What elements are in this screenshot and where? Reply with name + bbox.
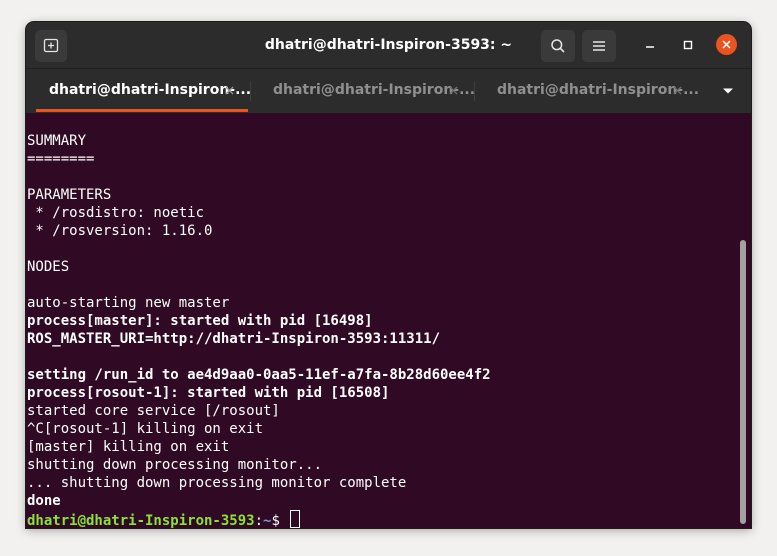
terminal-output[interactable]: SUMMARY ======== PARAMETERS * /rosdistro… <box>26 112 751 528</box>
terminal-line: ROS_MASTER_URI=http://dhatri-Inspiron-35… <box>27 331 441 347</box>
tab-close-button[interactable] <box>670 83 684 97</box>
new-tab-button[interactable] <box>35 30 67 62</box>
chevron-down-icon <box>723 88 733 94</box>
tab-close-icon <box>225 86 233 94</box>
new-tab-icon <box>43 38 59 53</box>
maximize-icon <box>683 40 693 50</box>
text-cursor <box>290 510 301 528</box>
terminal-line: done <box>27 493 61 509</box>
terminal-line: SUMMARY <box>27 133 87 149</box>
prompt-symbol: $ <box>271 513 289 528</box>
tab-close-button[interactable] <box>222 83 236 97</box>
tabs-dropdown-button[interactable] <box>716 81 740 101</box>
scrollbar[interactable] <box>740 240 746 524</box>
minimize-icon <box>646 46 654 48</box>
terminal-line: shutting down processing monitor... <box>27 457 323 473</box>
menu-button[interactable] <box>582 30 616 62</box>
tab-label: dhatri@dhatri-Inspiron-... <box>49 82 252 98</box>
terminal-line: NODES <box>27 259 70 275</box>
terminal-line: ^C[rosout-1] killing on exit <box>27 421 264 437</box>
search-button[interactable] <box>541 30 575 62</box>
tab-3[interactable]: dhatri@dhatri-Inspiron-... <box>474 69 699 113</box>
hamburger-menu-icon <box>593 41 605 51</box>
close-button[interactable] <box>716 34 737 55</box>
tab-1[interactable]: dhatri@dhatri-Inspiron-... <box>26 69 251 113</box>
tab-label: dhatri@dhatri-Inspiron-... <box>497 82 700 98</box>
prompt-user-host: dhatri@dhatri-Inspiron-3593 <box>27 513 255 528</box>
tab-close-button[interactable] <box>446 83 460 97</box>
terminal-line: process[master]: started with pid [16498… <box>27 313 373 329</box>
terminal-line: [master] killing on exit <box>27 439 230 455</box>
tab-close-icon <box>449 86 457 94</box>
terminal-lines: SUMMARY ======== PARAMETERS * /rosdistro… <box>27 132 491 528</box>
title-bar: dhatri@dhatri-Inspiron-3593: ~ <box>26 22 751 68</box>
terminal-line: setting /run_id to ae4d9aa0-0aa5-11ef-a7… <box>27 367 491 383</box>
tab-2[interactable]: dhatri@dhatri-Inspiron-... <box>250 69 475 113</box>
terminal-line: * /rosdistro: noetic <box>27 205 205 221</box>
prompt-separator: : <box>254 513 264 528</box>
terminal-line: PARAMETERS <box>27 187 112 203</box>
terminal-line: * /rosversion: 1.16.0 <box>27 223 213 239</box>
maximize-button[interactable] <box>678 35 698 55</box>
terminal-line: ======== <box>27 151 95 167</box>
prompt-line: dhatri@dhatri-Inspiron-3593:~$ <box>27 510 491 528</box>
terminal-line: process[rosout-1]: started with pid [165… <box>27 385 390 401</box>
window-title: dhatri@dhatri-Inspiron-3593: ~ <box>264 37 513 53</box>
search-icon <box>551 39 565 53</box>
tab-label: dhatri@dhatri-Inspiron-... <box>273 82 476 98</box>
terminal-line: ... shutting down processing monitor com… <box>27 475 407 491</box>
terminal-window: dhatri@dhatri-Inspiron-3593: ~ dhatri@dh… <box>26 22 751 528</box>
terminal-line: auto-starting new master <box>27 295 230 311</box>
minimize-button[interactable] <box>640 35 660 55</box>
tab-close-icon <box>673 86 681 94</box>
terminal-line: started core service [/rosout] <box>27 403 280 419</box>
close-icon <box>722 40 731 49</box>
tab-bar: dhatri@dhatri-Inspiron-... dhatri@dhatri… <box>26 68 751 113</box>
